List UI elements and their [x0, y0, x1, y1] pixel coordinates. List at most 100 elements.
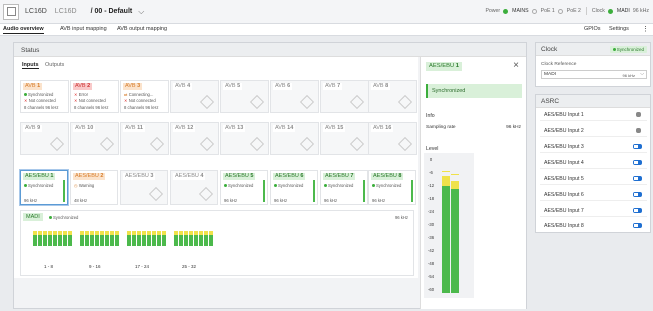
clock-label: Clock	[591, 8, 605, 14]
chevron-down-icon[interactable]: ⌵	[138, 7, 144, 17]
asrc-toggle-4[interactable]	[633, 160, 642, 165]
avb-card-7[interactable]: AVB 7	[320, 80, 369, 113]
close-icon[interactable]: ×	[513, 60, 519, 71]
status-indicators: Power MAINS PoE 1 PoE 2 Clock MADI 96 kH…	[485, 7, 649, 15]
aes-label: AES/EBU	[175, 173, 199, 179]
avb-card-12[interactable]: AVB 12	[170, 122, 219, 155]
avb-num: 3	[137, 83, 141, 89]
scale-48: -48	[427, 261, 435, 266]
avb1-sync: Synchronized	[28, 92, 54, 97]
avb-num: 16	[385, 125, 392, 131]
avb-num: 9	[37, 125, 41, 131]
aes7-status: Synchronized	[328, 183, 354, 188]
avb-card-2[interactable]: AVB 2 ✕ Error ✕ Not connected 8 channels…	[70, 80, 119, 113]
scale-18: -18	[427, 196, 435, 201]
unplugged-icon	[199, 136, 215, 152]
aes-card-2[interactable]: AES/EBU 2 ◷ Warning 48 kHz	[70, 170, 118, 205]
aes-num: 8	[398, 173, 402, 179]
scale-labels: 0 -6 -12 -18 -24 -30 -36 -42 -48 -54 -60	[424, 157, 438, 292]
clock-ref-label: Clock Reference	[541, 62, 577, 67]
aes8-status: Synchronized	[376, 183, 402, 188]
avb-card-9[interactable]: AVB 9	[20, 122, 69, 155]
aes-card-8[interactable]: AES/EBU 8 Synchronized 96 kHz	[368, 170, 416, 205]
madi-group-4: 25 - 32	[182, 264, 197, 269]
asrc-row-7: AES/EBU Input 7	[540, 204, 647, 217]
avb-num: 4	[187, 83, 191, 89]
avb-label: AVB	[175, 83, 186, 89]
scale-42: -42	[427, 248, 435, 253]
level-bar	[363, 180, 365, 202]
tab-audio-overview[interactable]: Audio overview	[3, 26, 44, 34]
tab-gpios[interactable]: GPIOs	[584, 26, 601, 32]
avb-label: AVB	[325, 83, 336, 89]
detail-title-num: 1	[455, 63, 459, 69]
avb-label: AVB	[125, 83, 136, 89]
aes1-rate: 96 kHz	[24, 198, 38, 203]
avb-card-11[interactable]: AVB 11	[120, 122, 169, 155]
divider	[585, 7, 587, 15]
avb1-conn: Not connected	[28, 98, 56, 103]
avb-card-10[interactable]: AVB 10	[70, 122, 119, 155]
avb-card-6[interactable]: AVB 6	[270, 80, 319, 113]
asrc-toggle-6[interactable]	[633, 192, 642, 197]
avb-card-3[interactable]: AVB 3 ⇄ Connecting... ✕ Not connected 8 …	[120, 80, 169, 113]
aes5-status: Synchronized	[228, 183, 254, 188]
tab-settings[interactable]: Settings	[609, 26, 629, 32]
asrc-toggle-7[interactable]	[633, 208, 642, 213]
status-header-bar	[14, 43, 526, 57]
aes-label: AES/EBU	[325, 173, 349, 179]
avb-card-1[interactable]: AVB 1 Synchronized ✕ Not connected 8 cha…	[20, 80, 69, 113]
avb-card-8[interactable]: AVB 8	[368, 80, 417, 113]
avb-label: AVB	[25, 125, 36, 131]
level-bar	[313, 180, 315, 202]
tab-avb-input-mapping[interactable]: AVB input mapping	[60, 26, 107, 32]
asrc-toggle-2[interactable]	[636, 128, 641, 133]
avb-card-4[interactable]: AVB 4	[170, 80, 219, 113]
avb-card-13[interactable]: AVB 13	[220, 122, 269, 155]
asrc-toggle-8[interactable]	[633, 223, 642, 228]
aes-card-4[interactable]: AES/EBU 4	[170, 170, 218, 205]
aes8-rate: 96 kHz	[372, 198, 386, 203]
aes-label: AES/EBU	[225, 173, 249, 179]
tab-inputs[interactable]: Inputs	[22, 62, 39, 69]
clock-dot-icon	[607, 8, 613, 14]
aes-label: AES/EBU	[25, 173, 49, 179]
tab-avb-output-mapping[interactable]: AVB output mapping	[117, 26, 167, 32]
preset-path[interactable]: / 00 - Default	[91, 8, 133, 15]
aes-label: AES/EBU	[373, 173, 397, 179]
aes-card-3[interactable]: AES/EBU 3	[120, 170, 168, 205]
clock-badge-text: Synchronized	[616, 47, 644, 52]
asrc-toggle-5[interactable]	[633, 176, 642, 181]
avb-label: AVB	[75, 83, 86, 89]
clock-badge: Synchronized	[609, 46, 647, 53]
avb-card-5[interactable]: AVB 5	[220, 80, 269, 113]
aes-card-5[interactable]: AES/EBU 5 Synchronized 96 kHz	[220, 170, 268, 205]
avb2-err: Error	[78, 92, 88, 97]
avb-card-15[interactable]: AVB 15	[320, 122, 369, 155]
tab-outputs[interactable]: Outputs	[45, 62, 64, 68]
aes-card-6[interactable]: AES/EBU 6 Synchronized 96 kHz	[270, 170, 318, 205]
aes-card-7[interactable]: AES/EBU 7 Synchronized 96 kHz	[320, 170, 368, 205]
aes2-rate: 48 kHz	[74, 198, 88, 203]
asrc-toggle-3[interactable]	[633, 144, 642, 149]
avb-num: 15	[337, 125, 344, 131]
aes7-rate: 96 kHz	[324, 198, 338, 203]
avb-num: 6	[287, 83, 291, 89]
detail-title: AES/EBU 1	[426, 62, 462, 71]
avb-label: AVB	[125, 125, 136, 131]
avb-card-14[interactable]: AVB 14	[270, 122, 319, 155]
aes-card-1[interactable]: AES/EBU 1 Synchronized 96 kHz	[20, 170, 68, 205]
avb3-info: 8 channels 96 kHz	[124, 105, 159, 110]
clock-ref-select[interactable]: MADI 96 kHz ⌵	[541, 70, 647, 79]
avb-num: 12	[187, 125, 194, 131]
asrc-row-3: AES/EBU Input 3	[540, 140, 647, 153]
asrc-toggle-1[interactable]	[636, 112, 641, 117]
kebab-menu-icon[interactable]: ⋮	[642, 25, 649, 33]
avb-card-16[interactable]: AVB 16	[368, 122, 417, 155]
unplugged-icon	[397, 94, 413, 110]
asrc-label-6: AES/EBU Input 6	[544, 192, 584, 198]
aes-label: AES/EBU	[275, 173, 299, 179]
madi-group-3: 17 - 24	[135, 264, 150, 269]
avb-num: 7	[337, 83, 341, 89]
asrc-label-8: AES/EBU Input 8	[544, 223, 584, 229]
